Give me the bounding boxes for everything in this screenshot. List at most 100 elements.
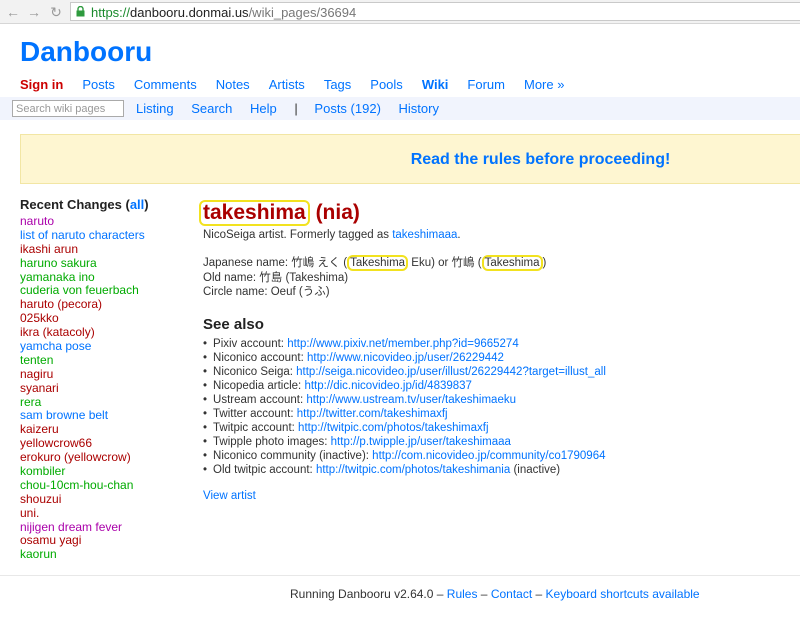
recent-change-item[interactable]: ikashi arun (20, 242, 190, 256)
recent-change-item[interactable]: chou-10cm-hou-chan (20, 478, 190, 492)
account-label: Nicopedia article: (213, 380, 305, 392)
view-artist-link[interactable]: View artist (203, 490, 793, 502)
account-label: Old twitpic account: (213, 464, 316, 476)
url-text: https://danbooru.donmai.us/wiki_pages/36… (91, 5, 356, 20)
nav-sign-in-link[interactable]: Sign in (20, 77, 63, 92)
former-tag-link[interactable]: takeshimaaa (392, 229, 457, 241)
subnav-help-link[interactable]: Help (250, 101, 277, 116)
recent-change-item[interactable]: tenten (20, 353, 190, 367)
subnav-listing-link[interactable]: Listing (136, 101, 174, 116)
lock-icon (76, 6, 85, 17)
account-label: Twitpic account: (213, 422, 299, 434)
circle-name: Circle name: Oeuf (うふ) (203, 286, 330, 298)
recent-change-item[interactable]: list of naruto characters (20, 228, 190, 242)
account-url-link[interactable]: http://twitpic.com/photos/takeshimania (316, 464, 510, 476)
recent-change-item[interactable]: shouzui (20, 492, 190, 506)
url-scheme: https:// (91, 5, 131, 20)
recent-change-item[interactable]: nijigen dream fever (20, 520, 190, 534)
back-arrow-icon[interactable]: ← (4, 3, 22, 21)
footer-rules-link[interactable]: Rules (447, 587, 478, 601)
reload-icon[interactable]: ↻ (47, 3, 65, 21)
wiki-title: takeshima (nia) (199, 200, 793, 228)
recent-change-item[interactable]: yamcha pose (20, 339, 190, 353)
recent-change-item[interactable]: sam browne belt (20, 408, 190, 423)
account-label: Niconico account: (213, 352, 307, 364)
nav-forum-link[interactable]: Forum (467, 77, 505, 92)
recent-change-item[interactable]: naruto (20, 214, 190, 228)
account-url-link[interactable]: http://twitpic.com/photos/takeshimaxfj (298, 422, 488, 434)
highlighted-takeshima: Takeshima (481, 255, 543, 271)
main-nav: Sign in Posts Comments Notes Artists Tags Pool… (20, 77, 583, 95)
subnav-posts-link[interactable]: Posts (192) (314, 101, 380, 116)
wiki-search-input[interactable] (12, 100, 124, 117)
account-url-link[interactable]: http://www.pixiv.net/member.php?id=96652… (287, 338, 519, 350)
nav-wiki-link[interactable]: Wiki (422, 77, 449, 92)
address-bar[interactable]: https://danbooru.donmai.us/wiki_pages/36… (70, 2, 800, 21)
heading-close-paren: ) (144, 197, 149, 212)
nav-posts-link[interactable]: Posts (82, 77, 115, 92)
rules-notice-link[interactable]: Read the rules before proceeding! (21, 151, 800, 169)
wiki-content: takeshima (nia) NicoSeiga artist. Former… (199, 200, 793, 502)
subnav-search-link[interactable]: Search (191, 101, 232, 116)
notice-banner: Read the rules before proceeding! (20, 134, 800, 184)
forward-arrow-icon[interactable]: → (25, 3, 43, 21)
recent-change-item[interactable]: ikra (katacoly) (20, 325, 190, 339)
account-url-link[interactable]: http://p.twipple.jp/user/takeshimaaa (331, 436, 511, 448)
recent-change-item[interactable]: uni. (20, 506, 190, 520)
subnav-separator: | (294, 101, 298, 116)
recent-change-item[interactable]: kaorun (20, 547, 190, 561)
highlighted-takeshima: Takeshima (347, 255, 409, 271)
intro-end: . (457, 229, 461, 241)
footer-dash: – (477, 587, 491, 601)
see-also-item: Niconico account: http://www.nicovideo.j… (203, 351, 793, 365)
recent-change-item[interactable]: kaizeru (20, 422, 190, 436)
recent-change-item[interactable]: yellowcrow66 (20, 436, 190, 450)
footer: Running Danbooru v2.64.0 – Rules – Conta… (290, 587, 700, 601)
see-also-item: Pixiv account: http://www.pixiv.net/memb… (203, 337, 793, 351)
nav-notes-link[interactable]: Notes (216, 77, 250, 92)
account-label: Ustream account: (213, 394, 307, 406)
recent-change-item[interactable]: cuderia von feuerbach (20, 283, 190, 298)
title-tag-name[interactable]: takeshima (199, 200, 310, 226)
japanese-name: Japanese name: 竹嶋 えく (Takeshima Eku) or … (203, 255, 793, 271)
recent-change-item[interactable]: rera (20, 395, 190, 409)
see-also-item: Ustream account: http://www.ustream.tv/u… (203, 393, 793, 407)
nav-tags-link[interactable]: Tags (324, 77, 351, 92)
account-label: Niconico community (inactive): (213, 450, 373, 462)
account-url-link[interactable]: http://www.nicovideo.jp/user/26229442 (307, 352, 504, 364)
site-logo[interactable]: Danbooru (20, 36, 152, 68)
recent-change-item[interactable]: erokuro (yellowcrow) (20, 450, 190, 464)
recent-change-item[interactable]: haruto (pecora) (20, 297, 190, 311)
browser-toolbar: ← → ↻ https://danbooru.donmai.us/wiki_pa… (0, 0, 800, 24)
footer-contact-link[interactable]: Contact (491, 587, 532, 601)
see-also-item: Old twitpic account: http://twitpic.com/… (203, 463, 793, 477)
footer-shortcuts-link[interactable]: Keyboard shortcuts available (546, 587, 700, 601)
recent-change-item[interactable]: haruno sakura (20, 256, 190, 270)
recent-change-item[interactable]: syanari (20, 381, 190, 395)
account-url-link[interactable]: http://com.nicovideo.jp/community/co1790… (372, 450, 605, 462)
nav-more-link[interactable]: More » (524, 77, 564, 92)
nav-comments-link[interactable]: Comments (134, 77, 197, 92)
account-url-link[interactable]: http://seiga.nicovideo.jp/user/illust/26… (296, 366, 606, 378)
see-also-heading: See also (203, 316, 264, 333)
footer-dash: – (532, 587, 546, 601)
recent-changes-all-link[interactable]: all (130, 197, 144, 212)
account-url-link[interactable]: http://www.ustream.tv/user/takeshimaeku (306, 394, 516, 406)
account-url-link[interactable]: http://twitter.com/takeshimaxfj (297, 408, 448, 420)
see-also-item: Twitter account: http://twitter.com/take… (203, 407, 793, 421)
recent-change-item[interactable]: 025kko (20, 311, 190, 325)
intro-text: NicoSeiga artist. Formerly tagged as (203, 229, 393, 241)
recent-change-item[interactable]: kombiler (20, 464, 190, 478)
recent-changes-heading: Recent Changes (all) (20, 197, 190, 212)
name-info: Japanese name: 竹嶋 えく (Takeshima Eku) or … (203, 255, 793, 299)
recent-change-item[interactable]: nagiru (20, 367, 190, 381)
nav-pools-link[interactable]: Pools (370, 77, 403, 92)
recent-change-item[interactable]: yamanaka ino (20, 270, 190, 284)
nav-artists-link[interactable]: Artists (269, 77, 305, 92)
footer-divider (0, 575, 800, 576)
subnav-history-link[interactable]: History (399, 101, 439, 116)
account-url-link[interactable]: http://dic.nicovideo.jp/id/4839837 (304, 380, 472, 392)
intro-paragraph: NicoSeiga artist. Formerly tagged as tak… (203, 228, 793, 242)
see-also-item: Twitpic account: http://twitpic.com/phot… (203, 421, 793, 435)
recent-change-item[interactable]: osamu yagi (20, 533, 190, 548)
